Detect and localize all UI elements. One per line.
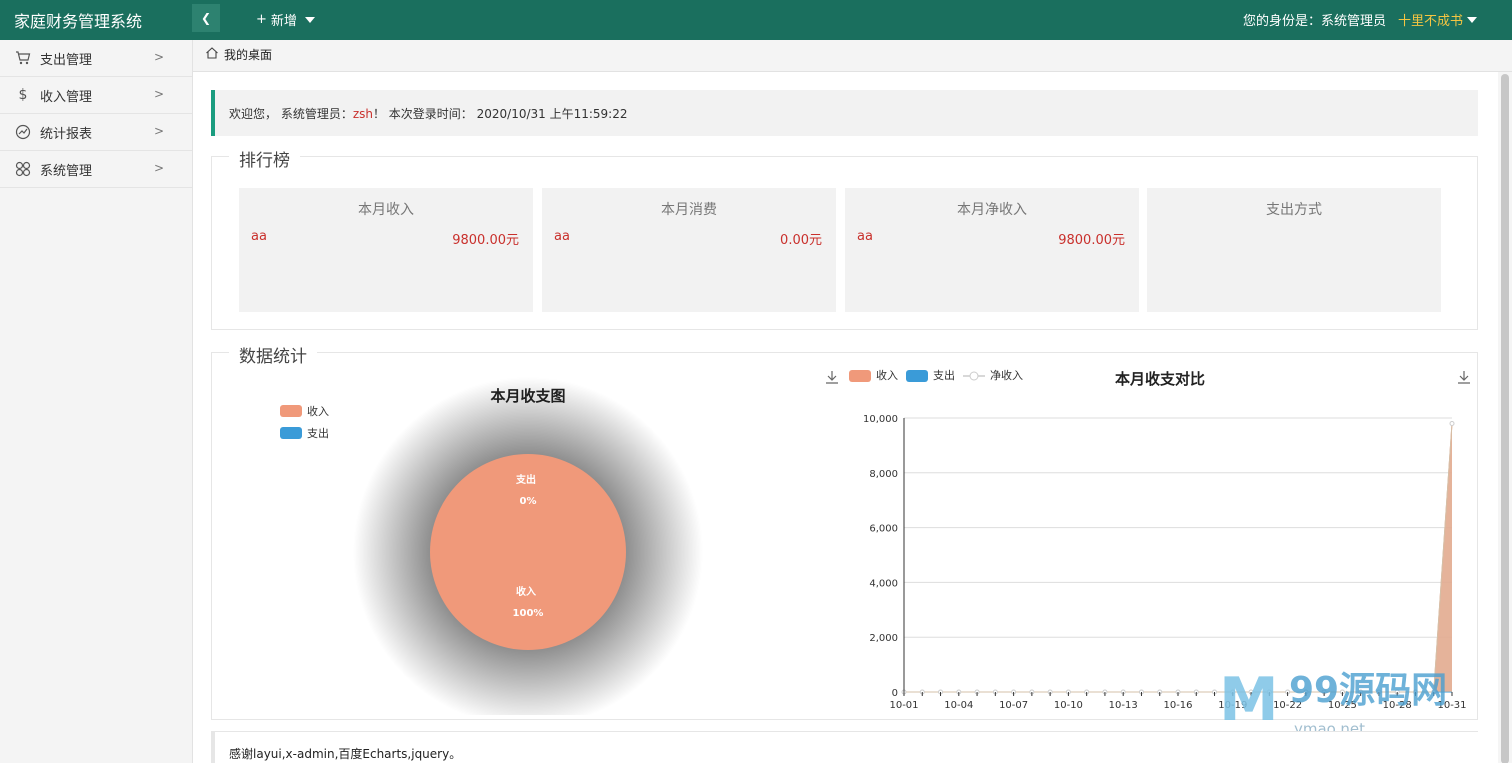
sidebar-item-reports[interactable]: 统计报表 > <box>0 114 192 151</box>
welcome-suffix: ！ 本次登录时间： 2020/10/31 上午11:59:22 <box>372 107 628 121</box>
dollar-icon: $ <box>18 87 28 103</box>
chevron-right-icon: > <box>153 87 164 101</box>
card-month-expense: 本月消费 aa 0.00元 <box>542 188 836 312</box>
series-point[interactable] <box>1449 420 1455 426</box>
legend-swatch[interactable] <box>906 370 928 382</box>
x-tick-label: 10-19 <box>1218 700 1247 711</box>
card-title: 支出方式 <box>1266 202 1322 218</box>
top-header: 家庭财务管理系统 ❮ + 新增 您的身份是：系统管理员 十里不成书 <box>0 0 1512 40</box>
legend-swatch[interactable] <box>280 405 302 417</box>
footer-credits: 感谢layui,x-admin,百度Echarts,jquery。 <box>211 731 1478 763</box>
card-value: 9800.00元 <box>452 233 519 248</box>
series-line[interactable] <box>904 423 1453 693</box>
download-icon[interactable] <box>1458 371 1470 384</box>
caret-down-icon <box>304 16 315 23</box>
line-chart: 收入 支出 净收入 本月收支对比 0 2,000 4,000 6,000 8,000 10,0… <box>826 368 1470 711</box>
series-area[interactable] <box>904 423 1452 692</box>
chevron-left-icon: ❮ <box>200 11 212 25</box>
caret-down-icon <box>1467 16 1478 23</box>
welcome-prefix: 欢迎您， 系统管理员： <box>229 107 353 121</box>
card-name: aa <box>251 229 267 244</box>
y-tick-label: 8,000 <box>869 469 898 480</box>
card-payment-method: 支出方式 <box>1147 188 1441 312</box>
tab-bar: 我的桌面 <box>193 40 1512 72</box>
sidebar-nav: 支出管理 > $ 收入管理 > 统计报表 > 系统管理 > <box>0 40 193 763</box>
x-tick-label: 10-28 <box>1383 700 1412 711</box>
sidebar-item-system[interactable]: 系统管理 > <box>0 151 192 188</box>
legend-label[interactable]: 支出 <box>933 368 955 382</box>
download-icon[interactable] <box>826 371 838 384</box>
legend-swatch[interactable] <box>280 427 302 439</box>
card-title: 本月收入 <box>358 202 414 218</box>
pie-slice-percent: 100% <box>513 608 544 619</box>
legend-swatch-marker <box>969 371 979 381</box>
x-tick-label: 10-22 <box>1273 700 1302 711</box>
x-tick-label: 10-25 <box>1328 700 1357 711</box>
card-title: 本月消费 <box>661 202 717 218</box>
add-new-label: 新增 <box>270 14 297 29</box>
x-tick-label: 10-01 <box>889 700 918 711</box>
x-tick-label: 10-16 <box>1163 700 1192 711</box>
x-tick-label: 10-31 <box>1437 700 1466 711</box>
line-chart-title: 本月收支对比 <box>1115 370 1205 388</box>
cart-icon <box>14 49 32 67</box>
card-value: 0.00元 <box>780 233 822 248</box>
series-area[interactable] <box>904 423 1452 692</box>
card-name: aa <box>857 229 873 244</box>
sidebar-item-expense[interactable]: 支出管理 > <box>0 40 192 77</box>
username-label: 十里不成书 <box>1398 14 1464 29</box>
card-month-net: 本月净收入 aa 9800.00元 <box>845 188 1139 312</box>
series-line[interactable] <box>904 423 1453 693</box>
stats-title: 数据统计 <box>229 342 317 367</box>
x-tick-label: 10-13 <box>1109 700 1138 711</box>
chevron-right-icon: > <box>153 124 164 138</box>
chart-line-icon <box>14 123 32 141</box>
chevron-right-icon: > <box>153 161 164 175</box>
user-identity: 您的身份是：系统管理员 <box>1243 14 1387 29</box>
legend-label[interactable]: 收入 <box>307 404 329 418</box>
y-tick-label: 6,000 <box>869 524 898 535</box>
pie-slice-label: 收入 <box>516 585 536 598</box>
pie-slice-label: 支出 <box>515 473 536 486</box>
legend-label[interactable]: 支出 <box>307 426 329 440</box>
card-title: 本月净收入 <box>957 202 1027 218</box>
card-name: aa <box>554 229 570 244</box>
sidebar-item-label: 收入管理 <box>40 89 93 105</box>
user-menu[interactable]: 十里不成书 <box>1398 10 1478 29</box>
scrollbar-thumb[interactable] <box>1501 74 1509 763</box>
x-tick-label: 10-10 <box>1054 700 1083 711</box>
vertical-scrollbar[interactable] <box>1498 72 1512 763</box>
legend-label[interactable]: 净收入 <box>990 368 1023 382</box>
y-tick-label: 2,000 <box>869 633 898 644</box>
legend-swatch[interactable] <box>849 370 871 382</box>
app-logo: 家庭财务管理系统 <box>14 12 143 31</box>
pie-chart: 本月收支图 收入支出 收入100%支出0% <box>280 377 703 715</box>
pie-slice-percent: 0% <box>520 496 537 507</box>
legend-label[interactable]: 收入 <box>876 368 898 382</box>
x-tick-label: 10-04 <box>944 700 973 711</box>
plus-icon: + <box>256 12 267 27</box>
sidebar-item-income[interactable]: $ 收入管理 > <box>0 77 192 114</box>
welcome-banner: 欢迎您， 系统管理员：zsh！ 本次登录时间： 2020/10/31 上午11:… <box>211 90 1478 136</box>
sidebar-item-label: 统计报表 <box>40 126 93 142</box>
y-tick-label: 0 <box>892 688 898 699</box>
add-new-menu[interactable]: + 新增 <box>256 10 315 29</box>
card-month-income: 本月收入 aa 9800.00元 <box>239 188 533 312</box>
grid-icon <box>14 160 32 178</box>
sidebar-item-label: 支出管理 <box>40 52 93 68</box>
home-icon <box>205 46 219 63</box>
ranking-title: 排行榜 <box>229 146 300 171</box>
x-tick-label: 10-07 <box>999 700 1028 711</box>
sidebar-item-label: 系统管理 <box>40 163 93 179</box>
sidebar-toggle-button[interactable]: ❮ <box>192 4 220 32</box>
tab-desktop[interactable]: 我的桌面 <box>205 46 272 63</box>
chevron-right-icon: > <box>153 50 164 64</box>
welcome-user: zsh <box>352 107 373 121</box>
tab-label: 我的桌面 <box>224 48 273 62</box>
card-value: 9800.00元 <box>1058 233 1125 248</box>
y-tick-label: 4,000 <box>869 578 898 589</box>
y-tick-label: 10,000 <box>863 414 898 425</box>
